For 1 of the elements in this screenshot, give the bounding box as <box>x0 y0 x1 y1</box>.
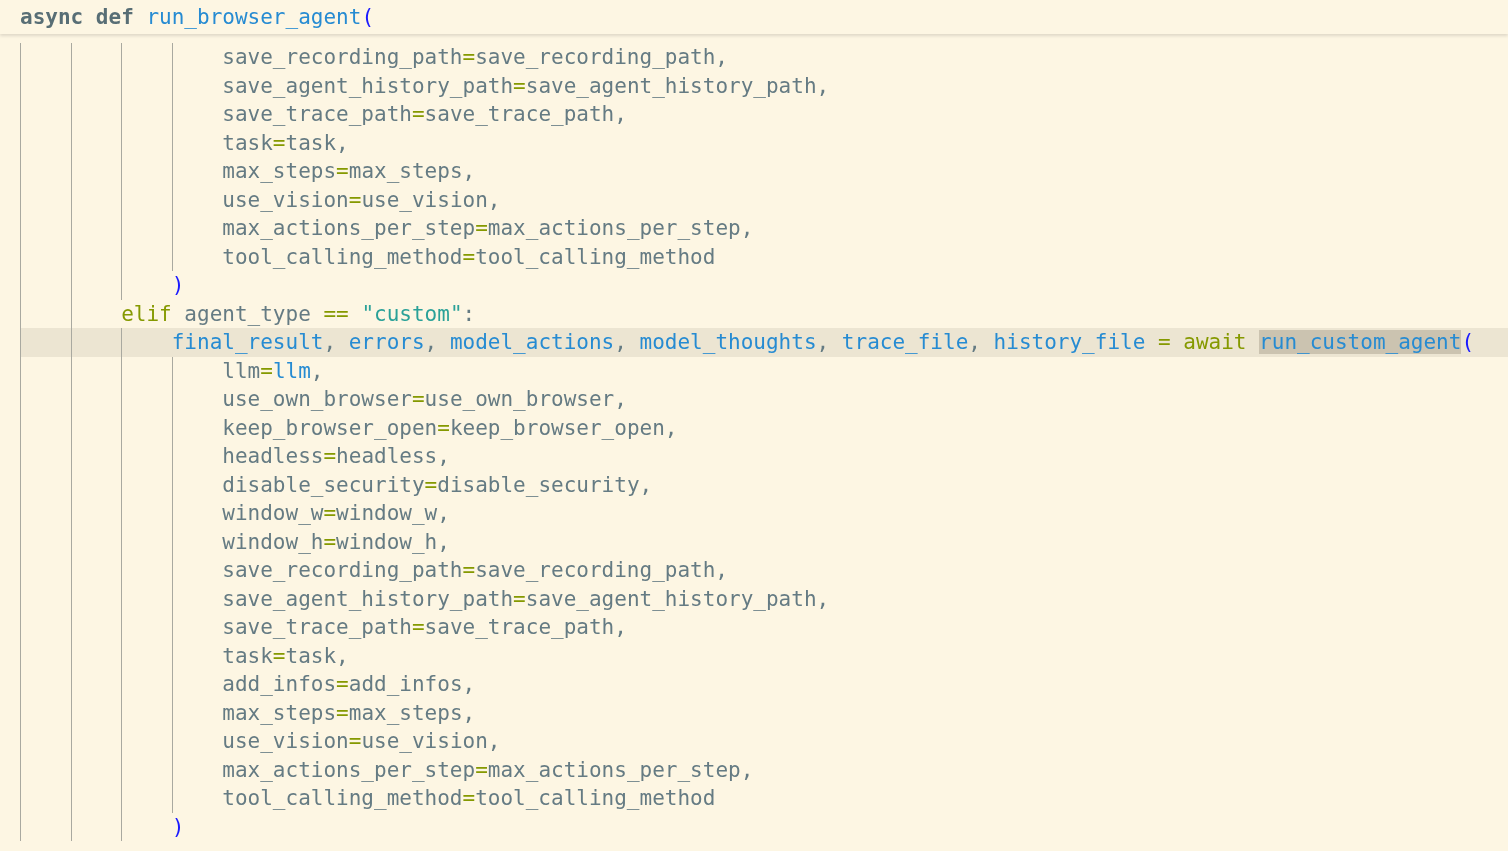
sticky-header: async def run_browser_agent( <box>0 0 1508 34</box>
